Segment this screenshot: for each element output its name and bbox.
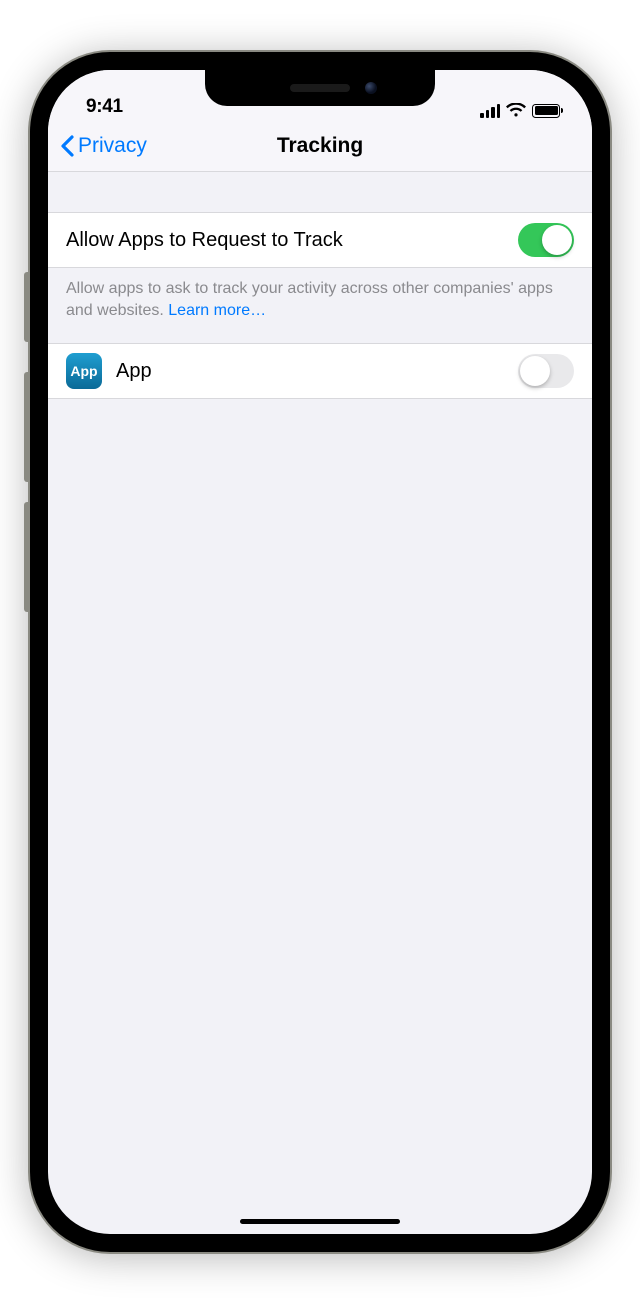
app-row: App App — [48, 343, 592, 399]
home-indicator[interactable] — [240, 1219, 400, 1224]
apps-list: App App — [48, 343, 592, 399]
page-title: Tracking — [277, 134, 363, 158]
app-tracking-toggle[interactable] — [518, 354, 574, 388]
allow-tracking-row: Allow Apps to Request to Track — [48, 212, 592, 268]
back-label: Privacy — [78, 134, 147, 158]
learn-more-link[interactable]: Learn more… — [168, 302, 266, 319]
front-camera — [365, 82, 377, 94]
screen: 9:41 Privacy — [48, 70, 592, 1234]
phone-frame: 9:41 Privacy — [30, 52, 610, 1252]
tracking-footer: Allow apps to ask to track your activity… — [48, 268, 592, 343]
cellular-signal-icon — [480, 104, 500, 118]
app-name: App — [116, 360, 518, 383]
allow-tracking-label: Allow Apps to Request to Track — [66, 229, 518, 252]
chevron-left-icon — [60, 135, 74, 157]
app-icon: App — [66, 353, 102, 389]
notch — [205, 70, 435, 106]
back-button[interactable]: Privacy — [60, 134, 147, 158]
footer-text: Allow apps to ask to track your activity… — [66, 280, 553, 319]
battery-icon — [532, 104, 560, 118]
status-time: 9:41 — [86, 96, 123, 118]
speaker-grille — [290, 84, 350, 92]
status-icons — [480, 103, 560, 118]
content: Allow Apps to Request to Track Allow app… — [48, 172, 592, 399]
wifi-icon — [506, 103, 526, 118]
nav-bar: Privacy Tracking — [48, 120, 592, 172]
allow-tracking-toggle[interactable] — [518, 223, 574, 257]
